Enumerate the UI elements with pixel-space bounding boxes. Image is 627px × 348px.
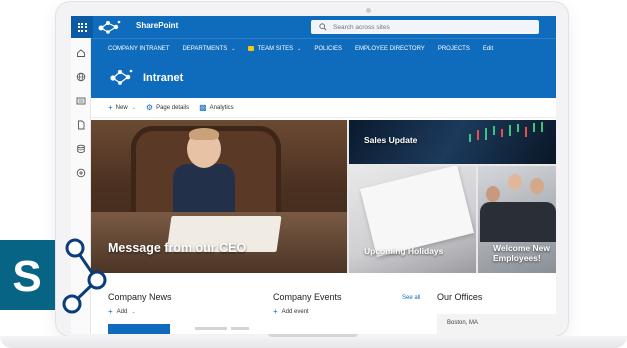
add-circle-icon[interactable] bbox=[76, 168, 86, 178]
sharepoint-logo-icon bbox=[98, 20, 121, 34]
office-location: Boston, MA bbox=[447, 320, 479, 326]
search-icon bbox=[319, 23, 327, 31]
plus-icon: + bbox=[108, 102, 113, 112]
site-header: Intranet bbox=[91, 58, 556, 98]
our-offices-title: Our Offices bbox=[437, 292, 483, 302]
hub-nav-label: PROJECTS bbox=[437, 45, 470, 52]
news-item-thumbnail[interactable] bbox=[108, 324, 170, 334]
hub-nav-departments[interactable]: DEPARTMENTS ⌄ bbox=[182, 46, 235, 52]
company-events-title: Company Events bbox=[273, 292, 342, 302]
hero-tile-sales-update[interactable]: Sales Update bbox=[349, 120, 556, 164]
site-title[interactable]: Intranet bbox=[143, 72, 183, 84]
app-launcher-icon[interactable] bbox=[71, 16, 93, 38]
search-input[interactable] bbox=[333, 23, 523, 31]
page-details-icon: ⚙ bbox=[145, 102, 154, 112]
command-bar: + New ⌄ ⚙ Page details ▩ Analytics bbox=[91, 98, 556, 118]
hero-tile-ceo-message[interactable]: Message from our CEO bbox=[91, 120, 347, 273]
hero-tile-title: Sales Update bbox=[364, 135, 418, 145]
new-label: New bbox=[115, 104, 128, 111]
chevron-down-icon: ⌄ bbox=[231, 45, 236, 52]
analytics-label: Analytics bbox=[209, 104, 234, 111]
add-event-button[interactable]: + Add event bbox=[273, 308, 309, 316]
camera-dot bbox=[366, 8, 371, 13]
news-item-text bbox=[231, 327, 249, 330]
analytics-icon: ▩ bbox=[199, 102, 207, 112]
app-name[interactable]: SharePoint bbox=[136, 21, 178, 30]
site-logo-icon[interactable] bbox=[108, 68, 134, 86]
team-sites-icon bbox=[248, 46, 255, 51]
child-body-image bbox=[173, 164, 235, 216]
hub-nav-edit[interactable]: Edit bbox=[483, 46, 493, 52]
news-icon[interactable] bbox=[76, 96, 86, 106]
hub-nav-projects[interactable]: PROJECTS bbox=[438, 46, 470, 52]
hero-tile-title: Upcoming Holidays bbox=[364, 246, 444, 256]
chevron-down-icon: ⌄ bbox=[297, 45, 302, 52]
stage: SharePoint COMPANY INTRANET DEPARTMENTS⌄… bbox=[0, 0, 627, 348]
calendar-paper-image bbox=[360, 166, 474, 258]
document-icon[interactable] bbox=[76, 120, 86, 130]
plus-icon: + bbox=[273, 307, 278, 316]
add-event-label: Add event bbox=[281, 309, 309, 315]
svg-text:S: S bbox=[12, 252, 41, 301]
child-hair-image bbox=[189, 128, 219, 140]
home-icon[interactable] bbox=[76, 48, 86, 58]
hero-tile-welcome-employees[interactable]: Welcome New Employees! bbox=[478, 166, 556, 273]
hub-nav-label: Edit bbox=[482, 45, 494, 52]
hub-nav-team-sites[interactable]: TEAM SITES ⌄ bbox=[248, 46, 301, 52]
hub-nav-label: DEPARTMENTS bbox=[182, 45, 228, 52]
database-icon[interactable] bbox=[76, 144, 86, 154]
sharepoint-big-logo: S bbox=[0, 238, 107, 314]
hub-nav-label: POLICIES bbox=[314, 45, 343, 52]
news-item-text bbox=[195, 327, 227, 330]
company-news-title: Company News bbox=[108, 292, 172, 302]
hero-webpart: Message from our CEO Sales Update Upcomi… bbox=[91, 120, 556, 273]
globe-icon[interactable] bbox=[76, 72, 86, 82]
chevron-down-icon: ⌄ bbox=[131, 104, 136, 111]
hero-main-title: Message from our CEO bbox=[108, 241, 247, 255]
hub-nav-label: EMPLOYEE DIRECTORY bbox=[355, 45, 425, 52]
hero-tile-title: Welcome New Employees! bbox=[493, 243, 551, 263]
hub-navigation: COMPANY INTRANET DEPARTMENTS ⌄ TEAM SITES… bbox=[71, 38, 556, 58]
suite-bar: SharePoint bbox=[71, 16, 556, 38]
hub-nav-label: COMPANY INTRANET bbox=[108, 45, 170, 52]
search-box[interactable] bbox=[311, 20, 539, 34]
new-button[interactable]: + New ⌄ bbox=[108, 102, 136, 112]
hub-nav-employee-directory[interactable]: EMPLOYEE DIRECTORY bbox=[355, 46, 425, 52]
screen: SharePoint COMPANY INTRANET DEPARTMENTS⌄… bbox=[71, 16, 556, 334]
hub-nav-label: TEAM SITES bbox=[257, 45, 294, 52]
hub-nav-company-intranet[interactable]: COMPANY INTRANET bbox=[108, 46, 169, 52]
hero-tile-upcoming-holidays[interactable]: Upcoming Holidays bbox=[349, 166, 476, 273]
add-news-label: Add bbox=[116, 309, 128, 315]
page-details-label: Page details bbox=[156, 104, 190, 111]
hub-nav-policies[interactable]: POLICIES bbox=[314, 46, 342, 52]
page-details-button[interactable]: ⚙ Page details bbox=[145, 102, 190, 112]
device-base bbox=[0, 336, 627, 348]
analytics-button[interactable]: ▩ Analytics bbox=[199, 102, 234, 112]
chevron-down-icon: ⌄ bbox=[131, 309, 136, 315]
see-all-events-link[interactable]: See all bbox=[402, 295, 420, 301]
